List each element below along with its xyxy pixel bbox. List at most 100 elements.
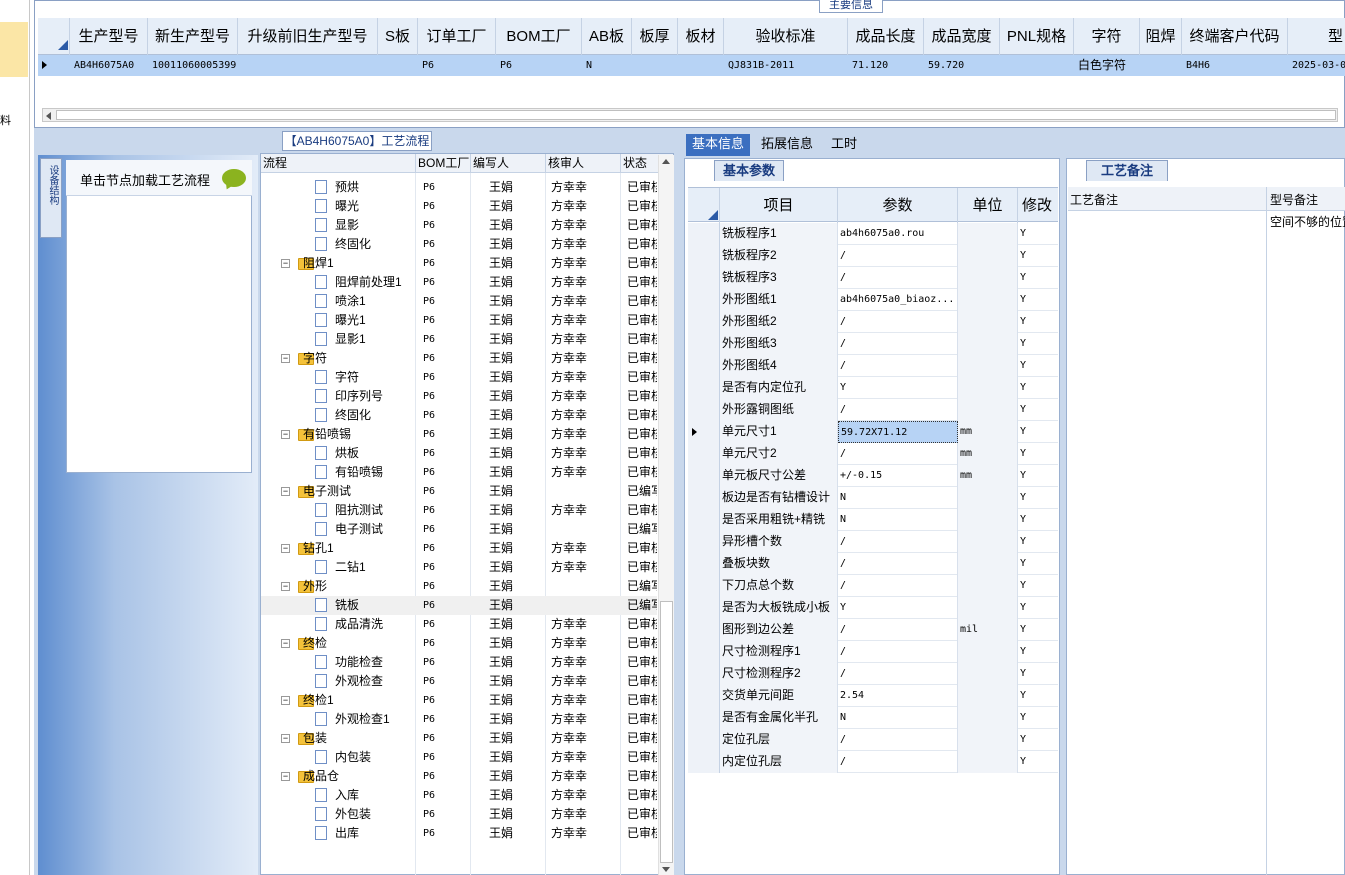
param-row-header[interactable] xyxy=(688,245,720,267)
cell-order-factory[interactable]: P6 xyxy=(418,55,496,76)
param-row-header[interactable] xyxy=(688,751,720,773)
cell-material[interactable] xyxy=(678,55,724,76)
param-row[interactable]: 外形图纸2/ Y xyxy=(688,311,1058,333)
param-row[interactable]: 定位孔层 / Y xyxy=(688,729,1058,751)
tree-row[interactable]: 二钻1 P6 王娟 方幸幸 已审核 xyxy=(261,558,657,577)
param-value[interactable]: N xyxy=(838,487,958,509)
param-row-header[interactable] xyxy=(688,311,720,333)
col-header-width[interactable]: 成品宽度 xyxy=(924,18,1000,55)
param-row[interactable]: 叠板块数 / Y xyxy=(688,553,1058,575)
param-row-header[interactable] xyxy=(688,531,720,553)
main-info-row[interactable]: AB4H6075A0 10011060005399 P6 P6 N QJ831B… xyxy=(38,55,1345,76)
collapse-toggle-icon[interactable]: − xyxy=(281,487,290,496)
param-row[interactable]: 内定位孔层 / Y xyxy=(688,751,1058,773)
tab-basic-info[interactable]: 基本信息 xyxy=(686,134,751,156)
tree-row[interactable]: 功能检查 P6 王娟 方幸幸 已审核 xyxy=(261,653,657,672)
tree-row[interactable]: 烘板 P6 王娟 方幸幸 已审核 xyxy=(261,444,657,463)
param-row[interactable]: 铣板程序2/ Y xyxy=(688,245,1058,267)
tree-row[interactable]: 终固化 P6 王娟 方幸幸 已审核 xyxy=(261,235,657,254)
tree-row[interactable]: 印序列号 P6 王娟 方幸幸 已审核 xyxy=(261,387,657,406)
param-value[interactable]: N xyxy=(838,707,958,729)
col-header-length[interactable]: 成品长度 xyxy=(848,18,924,55)
tree-row[interactable]: − 外形 P6 王娟 已编写 xyxy=(261,577,657,596)
cell-ab-board[interactable]: N xyxy=(582,55,632,76)
param-row[interactable]: 交货单元间距 2.54 Y xyxy=(688,685,1058,707)
tree-row[interactable]: − 终检1 P6 王娟 方幸幸 已审核 xyxy=(261,691,657,710)
param-value[interactable]: +/-0.15 xyxy=(838,465,958,487)
param-row[interactable]: 外形图纸1 ab4h6075a0_biaoz... Y xyxy=(688,289,1058,311)
collapse-toggle-icon[interactable]: − xyxy=(281,259,290,268)
param-row-header[interactable] xyxy=(688,355,720,377)
param-row-header[interactable] xyxy=(688,575,720,597)
param-row[interactable]: 单元尺寸1 59.72X71.12 mm Y xyxy=(688,421,1058,443)
param-value[interactable]: / xyxy=(838,663,958,685)
param-row-header[interactable] xyxy=(688,421,720,443)
model-remark-text[interactable]: 空间不够的位置 xyxy=(1270,213,1345,230)
cell-acceptance-std[interactable]: QJ831B-2011 xyxy=(724,55,848,76)
param-row[interactable]: 是否为大板铣成小板 Y Y xyxy=(688,597,1058,619)
cell-solder-mask[interactable] xyxy=(1140,55,1182,76)
tree-row[interactable]: − 有铅喷锡 P6 王娟 方幸幸 已审核 xyxy=(261,425,657,444)
collapse-toggle-icon[interactable]: − xyxy=(281,696,290,705)
tree-row[interactable]: − 成品仓 P6 王娟 方幸幸 已审核 xyxy=(261,767,657,786)
tree-row[interactable]: 成品清洗 P6 王娟 方幸幸 已审核 xyxy=(261,615,657,634)
tree-row[interactable]: − 钻孔1 P6 王娟 方幸幸 已审核 xyxy=(261,539,657,558)
tree-row[interactable]: 出库 P6 王娟 方幸幸 已审核 xyxy=(261,824,657,843)
param-value[interactable]: / xyxy=(838,311,958,333)
col-header-bom-factory[interactable]: BOM工厂 xyxy=(496,18,582,55)
cell-legend[interactable]: 白色字符 xyxy=(1074,55,1140,76)
tree-row[interactable]: − 字符 P6 王娟 方幸幸 已审核 xyxy=(261,349,657,368)
cell-type[interactable]: 2025-03-06 xyxy=(1288,55,1345,76)
tree-row[interactable]: 字符 P6 王娟 方幸幸 已审核 xyxy=(261,368,657,387)
cell-s-board[interactable] xyxy=(378,55,418,76)
param-value[interactable]: / xyxy=(838,333,958,355)
param-value[interactable]: / xyxy=(838,531,958,553)
param-row-header[interactable] xyxy=(688,465,720,487)
param-row-header[interactable] xyxy=(688,597,720,619)
cell-customer-code[interactable]: B4H6 xyxy=(1182,55,1288,76)
param-value[interactable]: ab4h6075a0.rou xyxy=(838,223,958,245)
param-value[interactable]: 2.54 xyxy=(838,685,958,707)
tree-row[interactable]: 显影 P6 王娟 方幸幸 已审核 xyxy=(261,216,657,235)
param-value[interactable]: / xyxy=(838,355,958,377)
param-value[interactable]: / xyxy=(838,751,958,773)
param-value[interactable]: / xyxy=(838,641,958,663)
param-row-header[interactable] xyxy=(688,333,720,355)
param-row[interactable]: 单元板尺寸公差 +/-0.15 mm Y xyxy=(688,465,1058,487)
scroll-down-icon[interactable] xyxy=(662,867,670,872)
param-value[interactable]: / xyxy=(838,729,958,751)
tree-row[interactable]: 内包装 P6 王娟 方幸幸 已审核 xyxy=(261,748,657,767)
tree-row[interactable]: 显影1 P6 王娟 方幸幸 已审核 xyxy=(261,330,657,349)
params-col-item[interactable]: 项目 xyxy=(720,188,838,223)
collapse-toggle-icon[interactable]: − xyxy=(281,772,290,781)
tree-row[interactable]: 曝光 P6 王娟 方幸幸 已审核 xyxy=(261,197,657,216)
tree-row[interactable]: 阻抗测试 P6 王娟 方幸幸 已审核 xyxy=(261,501,657,520)
scroll-left-icon[interactable] xyxy=(46,112,51,120)
tree-row[interactable]: − 阻焊1 P6 王娟 方幸幸 已审核 xyxy=(261,254,657,273)
scroll-up-icon[interactable] xyxy=(662,159,670,164)
param-row[interactable]: 外形露铜图纸 / Y xyxy=(688,399,1058,421)
params-col-modify[interactable]: 修改 xyxy=(1018,188,1058,223)
collapse-toggle-icon[interactable]: − xyxy=(281,639,290,648)
col-header-ab-board[interactable]: AB板 xyxy=(582,18,632,55)
param-value[interactable]: Y xyxy=(838,377,958,399)
cell-length[interactable]: 71.120 xyxy=(848,55,924,76)
param-row[interactable]: 尺寸检测程序1/ Y xyxy=(688,641,1058,663)
param-value[interactable]: / xyxy=(838,553,958,575)
param-value[interactable]: / xyxy=(838,443,958,465)
param-row-header[interactable] xyxy=(688,399,720,421)
param-value[interactable]: ab4h6075a0_biaoz... xyxy=(838,289,958,311)
cell-new-model[interactable]: 10011060005399 xyxy=(148,55,238,76)
param-row[interactable]: 板边是否有钻槽设计 N Y xyxy=(688,487,1058,509)
param-row-header[interactable] xyxy=(688,487,720,509)
param-row-header[interactable] xyxy=(688,289,720,311)
col-header-order-factory[interactable]: 订单工厂 xyxy=(418,18,496,55)
col-header-acceptance-std[interactable]: 验收标准 xyxy=(724,18,848,55)
tree-row[interactable]: 阻焊前处理1 P6 王娟 方幸幸 已审核 xyxy=(261,273,657,292)
tree-col-reviewer[interactable]: 核审人 xyxy=(546,154,621,173)
param-row-header[interactable] xyxy=(688,553,720,575)
param-row-header[interactable] xyxy=(688,619,720,641)
param-row-header[interactable] xyxy=(688,267,720,289)
param-value[interactable]: N xyxy=(838,509,958,531)
tree-col-bom[interactable]: BOM工厂 xyxy=(416,154,471,173)
